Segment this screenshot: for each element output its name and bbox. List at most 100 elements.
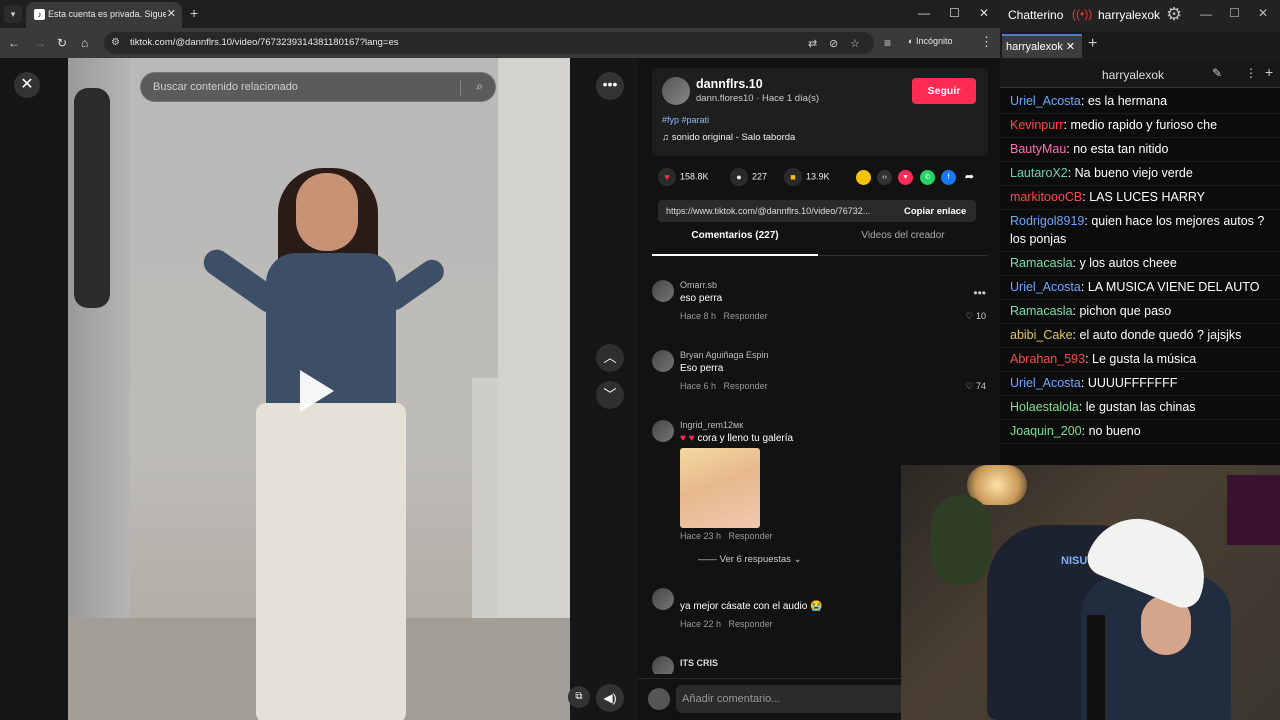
chat-username[interactable]: Uriel_Acosta bbox=[1010, 280, 1081, 294]
chat-text: no esta tan nitido bbox=[1073, 142, 1169, 156]
play-icon[interactable] bbox=[300, 370, 334, 412]
chat-username[interactable]: Kevinpurr bbox=[1010, 118, 1064, 132]
chatterino-minimize-icon[interactable]: — bbox=[1200, 7, 1212, 21]
forward-icon[interactable]: → bbox=[34, 36, 46, 50]
tracking-protection-icon[interactable]: ⊘ bbox=[829, 37, 838, 50]
bookmark-star-icon[interactable]: ☆ bbox=[850, 37, 860, 50]
chat-text: y los autos cheee bbox=[1079, 256, 1177, 270]
chatterino-maximize-icon[interactable]: ☐ bbox=[1229, 6, 1240, 20]
like-stat[interactable]: ♥ 158.8K bbox=[658, 168, 709, 186]
incognito-indicator[interactable]: ◐ Incógnito bbox=[908, 36, 952, 46]
picture-in-picture-icon[interactable]: ⧉ bbox=[568, 686, 590, 708]
next-video-icon[interactable]: ﹀ bbox=[596, 381, 624, 409]
minimize-icon[interactable]: — bbox=[918, 6, 930, 20]
split-add-icon[interactable]: + bbox=[1265, 64, 1273, 80]
window-close-icon[interactable]: ✕ bbox=[979, 6, 989, 20]
reply-button[interactable]: Responder bbox=[729, 531, 773, 541]
chat-text: pichon que paso bbox=[1079, 304, 1172, 318]
back-icon[interactable]: ← bbox=[8, 36, 20, 50]
url-text[interactable]: tiktok.com/@dannflrs.10/video/7673239314… bbox=[130, 37, 399, 48]
search-icon[interactable]: ⌕ bbox=[476, 79, 483, 94]
reply-button[interactable]: Responder bbox=[724, 311, 768, 321]
comment-username[interactable]: Omarr.sb bbox=[680, 280, 717, 290]
chat-username[interactable]: Ramacasla bbox=[1010, 256, 1073, 270]
comment-username[interactable]: Ingrid_rem12мк bbox=[680, 420, 743, 430]
comment-avatar[interactable] bbox=[652, 588, 674, 610]
comment-more-icon[interactable]: ••• bbox=[973, 286, 986, 300]
browser-tab-active[interactable]: ♪ Esta cuenta es privada. Sigue e ✕ bbox=[26, 2, 182, 28]
embed-icon[interactable]: ‹› bbox=[877, 170, 892, 185]
chat-message: Ramacasla: y los autos cheee bbox=[1000, 252, 1280, 276]
related-search-input[interactable]: Buscar contenido relacionado ⌕ bbox=[140, 72, 496, 102]
reading-list-icon[interactable]: ≡ bbox=[884, 36, 891, 50]
sound-link[interactable]: ♫ sonido original - Salo taborda bbox=[662, 132, 795, 143]
facebook-icon[interactable]: f bbox=[941, 170, 956, 185]
comment-username[interactable]: ITS CRIS bbox=[680, 658, 718, 668]
tab-comments[interactable]: Comentarios (227) bbox=[652, 230, 818, 256]
hashtags[interactable]: #fyp #parati bbox=[662, 115, 709, 125]
comment-meta: Hace 22 h Responder bbox=[680, 619, 773, 629]
chat-username[interactable]: Ramacasla bbox=[1010, 304, 1073, 318]
chat-message: Rodrigol8919: quien hace los mejores aut… bbox=[1000, 210, 1280, 252]
site-info-icon[interactable]: ⚙ bbox=[111, 37, 120, 48]
comment-time: Hace 6 h bbox=[680, 381, 717, 391]
translate-icon[interactable]: ⇄ bbox=[808, 37, 817, 50]
tab-creator-videos[interactable]: Videos del creador bbox=[820, 230, 986, 256]
reply-button[interactable]: Responder bbox=[729, 619, 773, 629]
settings-gear-icon[interactable]: ⚙ bbox=[1166, 4, 1182, 25]
comment-input[interactable]: Añadir comentario... bbox=[676, 685, 906, 713]
chat-username[interactable]: Rodrigol8919 bbox=[1010, 214, 1084, 228]
add-tab-icon[interactable]: + bbox=[1088, 35, 1097, 53]
reload-icon[interactable]: ↻ bbox=[57, 36, 67, 50]
close-video-icon[interactable]: ✕ bbox=[14, 72, 40, 98]
tab-close-icon[interactable]: ✕ bbox=[167, 7, 176, 20]
tab-close-icon[interactable]: ✕ bbox=[1066, 41, 1075, 53]
share-arrow-icon[interactable]: ➦ bbox=[962, 170, 977, 185]
tab-search-chevron-icon[interactable]: ▾ bbox=[4, 5, 22, 23]
comment-username[interactable]: Bryan Aguiñaga Espin bbox=[680, 350, 769, 360]
new-tab-icon[interactable]: + bbox=[190, 5, 198, 21]
repost-icon[interactable] bbox=[856, 170, 871, 185]
chat-username[interactable]: Joaquin_200 bbox=[1010, 424, 1082, 438]
chat-message: Uriel_Acosta: UUUUFFFFFFF bbox=[1000, 372, 1280, 396]
comment-stat[interactable]: ● 227 bbox=[730, 168, 767, 186]
home-icon[interactable]: ⌂ bbox=[81, 36, 88, 50]
comment-image[interactable] bbox=[680, 448, 760, 528]
chat-username[interactable]: Abrahan_593 bbox=[1010, 352, 1085, 366]
comment-avatar[interactable] bbox=[652, 420, 674, 442]
copy-link-button[interactable]: Copiar enlace bbox=[904, 206, 966, 217]
chat-username[interactable]: abibi_Cake bbox=[1010, 328, 1073, 342]
chat-username[interactable]: Uriel_Acosta bbox=[1010, 94, 1081, 108]
volume-icon[interactable]: ◀) bbox=[596, 684, 624, 712]
author-avatar[interactable] bbox=[662, 77, 690, 105]
view-replies-button[interactable]: —— Ver 6 respuestas ⌄ bbox=[698, 554, 802, 565]
author-username[interactable]: dannflrs.10 bbox=[696, 77, 763, 91]
comment-avatar[interactable] bbox=[652, 350, 674, 372]
comment-like[interactable]: ♡ 74 bbox=[965, 381, 986, 392]
share-link-text[interactable]: https://www.tiktok.com/@dannflrs.10/vide… bbox=[666, 206, 892, 216]
comment-like[interactable]: ♡ 10 bbox=[965, 311, 986, 322]
chatterino-tab[interactable]: harryalexok ✕ bbox=[1002, 34, 1082, 58]
chat-text: el auto donde quedó ? jajsjks bbox=[1079, 328, 1242, 342]
pencil-icon[interactable]: ✎ bbox=[1212, 66, 1222, 80]
chatterino-close-icon[interactable]: ✕ bbox=[1258, 6, 1268, 20]
comment-avatar[interactable] bbox=[652, 656, 674, 674]
address-bar[interactable]: ⚙ tiktok.com/@dannflrs.10/video/76732393… bbox=[104, 32, 874, 54]
chat-username[interactable]: Holaestalola bbox=[1010, 400, 1079, 414]
reply-button[interactable]: Responder bbox=[724, 381, 768, 391]
video-frame[interactable] bbox=[68, 58, 570, 720]
chat-username[interactable]: markitoooCB bbox=[1010, 190, 1082, 204]
save-stat[interactable]: ■ 13.9K bbox=[784, 168, 830, 186]
chat-username[interactable]: BautyMau bbox=[1010, 142, 1066, 156]
follow-button[interactable]: Seguir bbox=[912, 78, 976, 104]
browser-menu-icon[interactable]: ⋮ bbox=[980, 34, 993, 50]
comment-avatar[interactable] bbox=[652, 280, 674, 302]
maximize-icon[interactable]: ☐ bbox=[949, 6, 960, 20]
chat-username[interactable]: LautaroX2 bbox=[1010, 166, 1068, 180]
whatsapp-icon[interactable]: ✆ bbox=[920, 170, 935, 185]
previous-video-icon[interactable]: ︿ bbox=[596, 344, 624, 372]
channel-menu-icon[interactable]: ⋮ bbox=[1245, 66, 1257, 80]
chat-username[interactable]: Uriel_Acosta bbox=[1010, 376, 1081, 390]
send-icon[interactable]: ▼ bbox=[898, 170, 913, 185]
more-options-icon[interactable]: ••• bbox=[596, 72, 624, 100]
